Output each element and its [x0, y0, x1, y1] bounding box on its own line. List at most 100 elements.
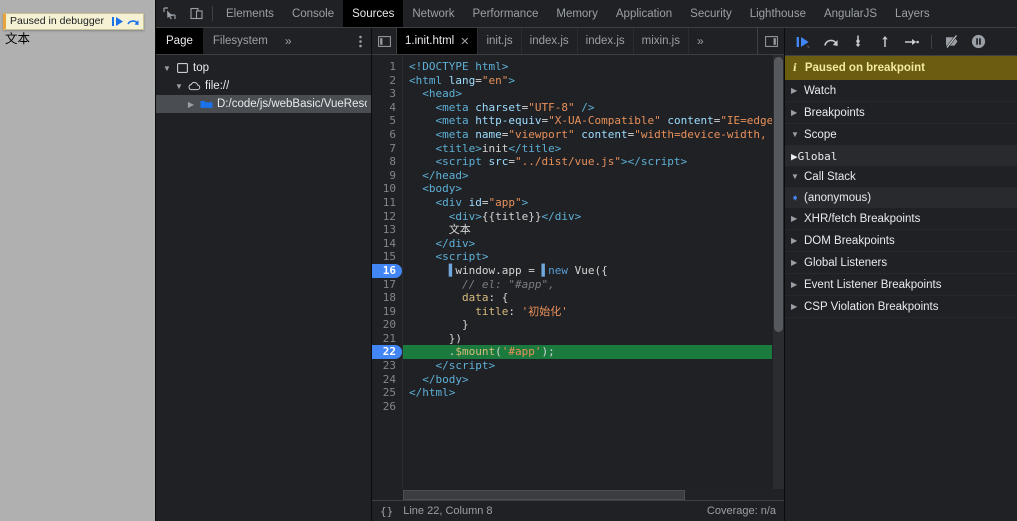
- debugger-section-dom-breakpoints[interactable]: ▶ DOM Breakpoints: [785, 230, 1017, 252]
- resume-icon[interactable]: [109, 14, 125, 29]
- devtools-panel: Elements Console Sources Network Perform…: [155, 0, 1017, 521]
- tab-lighthouse[interactable]: Lighthouse: [741, 0, 815, 27]
- tab-application[interactable]: Application: [607, 0, 681, 27]
- line-number[interactable]: 18: [372, 291, 402, 305]
- tab-layers[interactable]: Layers: [886, 0, 939, 27]
- debugger-section-event-listener-breakpoints[interactable]: ▶ Event Listener Breakpoints: [785, 274, 1017, 296]
- deactivate-breakpoints-icon[interactable]: [939, 31, 964, 53]
- code-content[interactable]: <!DOCTYPE html> <html lang="en"> <head> …: [403, 55, 772, 489]
- chevron-right-icon[interactable]: ▶: [791, 108, 804, 117]
- line-number[interactable]: 13: [372, 223, 402, 237]
- line-number[interactable]: 11: [372, 196, 402, 210]
- chevron-down-icon[interactable]: ▼: [791, 172, 804, 181]
- editor-vertical-scrollbar[interactable]: [772, 55, 784, 489]
- tab-performance[interactable]: Performance: [464, 0, 548, 27]
- nav-tab-filesystem[interactable]: Filesystem: [203, 28, 278, 54]
- file-tabs-overflow-icon[interactable]: »: [689, 28, 712, 54]
- line-number[interactable]: 3: [372, 87, 402, 101]
- line-number[interactable]: 26: [372, 400, 402, 414]
- tree-item-top[interactable]: ▼ top: [156, 59, 371, 77]
- file-tab-init-js[interactable]: init.js: [478, 28, 522, 54]
- line-number-gutter[interactable]: 1 2 3 4 5 6 7 8 9 10 11 12 13 14 15 16 1…: [372, 55, 403, 489]
- chevron-down-icon[interactable]: ▼: [160, 64, 174, 73]
- nav-tab-page[interactable]: Page: [156, 28, 203, 54]
- debugger-section-scope[interactable]: ▼ Scope: [785, 124, 1017, 146]
- line-number[interactable]: 19: [372, 305, 402, 319]
- line-number[interactable]: 24: [372, 373, 402, 387]
- scrollbar-thumb[interactable]: [403, 489, 685, 500]
- step-into-next-function-call-icon[interactable]: [845, 31, 870, 53]
- chevron-right-icon[interactable]: ▶: [791, 236, 804, 245]
- line-number[interactable]: 7: [372, 142, 402, 156]
- tab-memory[interactable]: Memory: [547, 0, 607, 27]
- line-number[interactable]: 12: [372, 210, 402, 224]
- tab-network[interactable]: Network: [403, 0, 463, 27]
- chevron-right-icon[interactable]: ▶: [791, 280, 804, 289]
- line-number[interactable]: 4: [372, 101, 402, 115]
- scope-item-global[interactable]: ▶ Global: [785, 146, 1017, 166]
- tab-angularjs[interactable]: AngularJS: [815, 0, 886, 27]
- tab-console[interactable]: Console: [283, 0, 343, 27]
- debugger-section-global-listeners[interactable]: ▶ Global Listeners: [785, 252, 1017, 274]
- chevron-down-icon[interactable]: ▼: [172, 82, 186, 91]
- chevron-right-icon[interactable]: ▶: [184, 100, 198, 109]
- line-number[interactable]: 17: [372, 278, 402, 292]
- step-over-icon[interactable]: [125, 14, 141, 29]
- file-tab-index-js-1[interactable]: index.js: [522, 28, 578, 54]
- editor-horizontal-scrollbar[interactable]: [372, 489, 784, 500]
- line-number[interactable]: 23: [372, 359, 402, 373]
- code-editor[interactable]: 1 2 3 4 5 6 7 8 9 10 11 12 13 14 15 16 1…: [372, 55, 784, 489]
- close-icon[interactable]: ✕: [460, 35, 469, 48]
- step-icon[interactable]: [899, 31, 924, 53]
- pause-on-exceptions-icon[interactable]: [966, 31, 991, 53]
- debugger-section-watch[interactable]: ▶ Watch: [785, 80, 1017, 102]
- line-number[interactable]: 25: [372, 386, 402, 400]
- tree-item-folder[interactable]: ▶ D:/code/js/webBasic/VueResour: [156, 95, 371, 113]
- chevron-right-icon[interactable]: ▶: [791, 302, 804, 311]
- chevron-down-icon[interactable]: ▼: [791, 130, 804, 139]
- debugger-section-breakpoints[interactable]: ▶ Breakpoints: [785, 102, 1017, 124]
- step-over-next-function-call-icon[interactable]: [818, 31, 843, 53]
- line-number[interactable]: 6: [372, 128, 402, 142]
- resume-script-execution-icon[interactable]: [791, 31, 816, 53]
- show-debugger-icon[interactable]: [757, 28, 784, 54]
- line-number[interactable]: 2: [372, 74, 402, 88]
- chevron-right-icon[interactable]: ▶: [791, 258, 804, 267]
- call-stack-frame-anonymous[interactable]: ➧ (anonymous): [785, 188, 1017, 208]
- line-number[interactable]: 15: [372, 250, 402, 264]
- debugger-section-xhr-fetch-breakpoints[interactable]: ▶ XHR/fetch Breakpoints: [785, 208, 1017, 230]
- code-line: <head>: [422, 87, 462, 101]
- tab-elements[interactable]: Elements: [217, 0, 283, 27]
- show-navigator-icon[interactable]: [372, 28, 397, 54]
- navigator-overflow-icon[interactable]: »: [278, 28, 299, 54]
- line-number[interactable]: 1: [372, 60, 402, 74]
- scrollbar-track[interactable]: [403, 489, 784, 500]
- chevron-right-icon[interactable]: ▶: [791, 150, 798, 163]
- tab-security[interactable]: Security: [681, 0, 741, 27]
- step-out-of-current-function-icon[interactable]: [872, 31, 897, 53]
- file-tab-1-init-html[interactable]: 1.init.html ✕: [397, 28, 479, 54]
- device-toolbar-icon[interactable]: [183, 0, 210, 27]
- file-tab-mixin-js[interactable]: mixin.js: [634, 28, 689, 54]
- folder-icon: [198, 99, 214, 109]
- file-tab-index-js-2[interactable]: index.js: [578, 28, 634, 54]
- line-number[interactable]: 10: [372, 182, 402, 196]
- debugger-section-csp-violation-breakpoints[interactable]: ▶ CSP Violation Breakpoints: [785, 296, 1017, 318]
- line-number[interactable]: 20: [372, 318, 402, 332]
- debugger-section-call-stack[interactable]: ▼ Call Stack: [785, 166, 1017, 188]
- line-number[interactable]: 5: [372, 114, 402, 128]
- line-number-breakpoint[interactable]: 16: [372, 263, 402, 278]
- inspect-element-icon[interactable]: [156, 0, 183, 27]
- tab-sources[interactable]: Sources: [343, 0, 404, 27]
- line-number[interactable]: 9: [372, 169, 402, 183]
- tree-item-file-scheme[interactable]: ▼ file://: [156, 77, 371, 95]
- line-number[interactable]: 8: [372, 155, 402, 169]
- chevron-right-icon[interactable]: ▶: [791, 86, 804, 95]
- line-number-breakpoint-current[interactable]: 22: [372, 345, 402, 360]
- line-number[interactable]: 14: [372, 237, 402, 251]
- chevron-right-icon[interactable]: ▶: [791, 214, 804, 223]
- scrollbar-thumb[interactable]: [774, 57, 783, 332]
- line-number[interactable]: 21: [372, 332, 402, 346]
- more-options-icon[interactable]: [349, 28, 371, 54]
- pretty-print-icon[interactable]: {}: [380, 505, 393, 518]
